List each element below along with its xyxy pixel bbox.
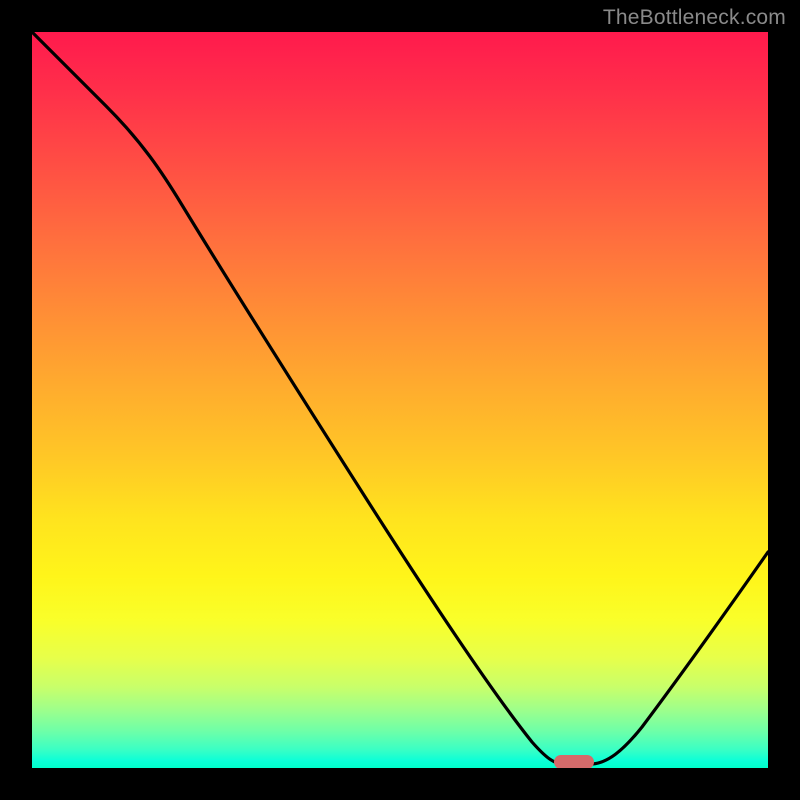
optimal-point-marker: [554, 755, 594, 768]
chart-frame: TheBottleneck.com: [0, 0, 800, 800]
bottleneck-curve: [32, 32, 768, 764]
watermark-text: TheBottleneck.com: [603, 6, 786, 30]
curve-layer: [32, 32, 768, 768]
plot-area: [32, 32, 768, 768]
